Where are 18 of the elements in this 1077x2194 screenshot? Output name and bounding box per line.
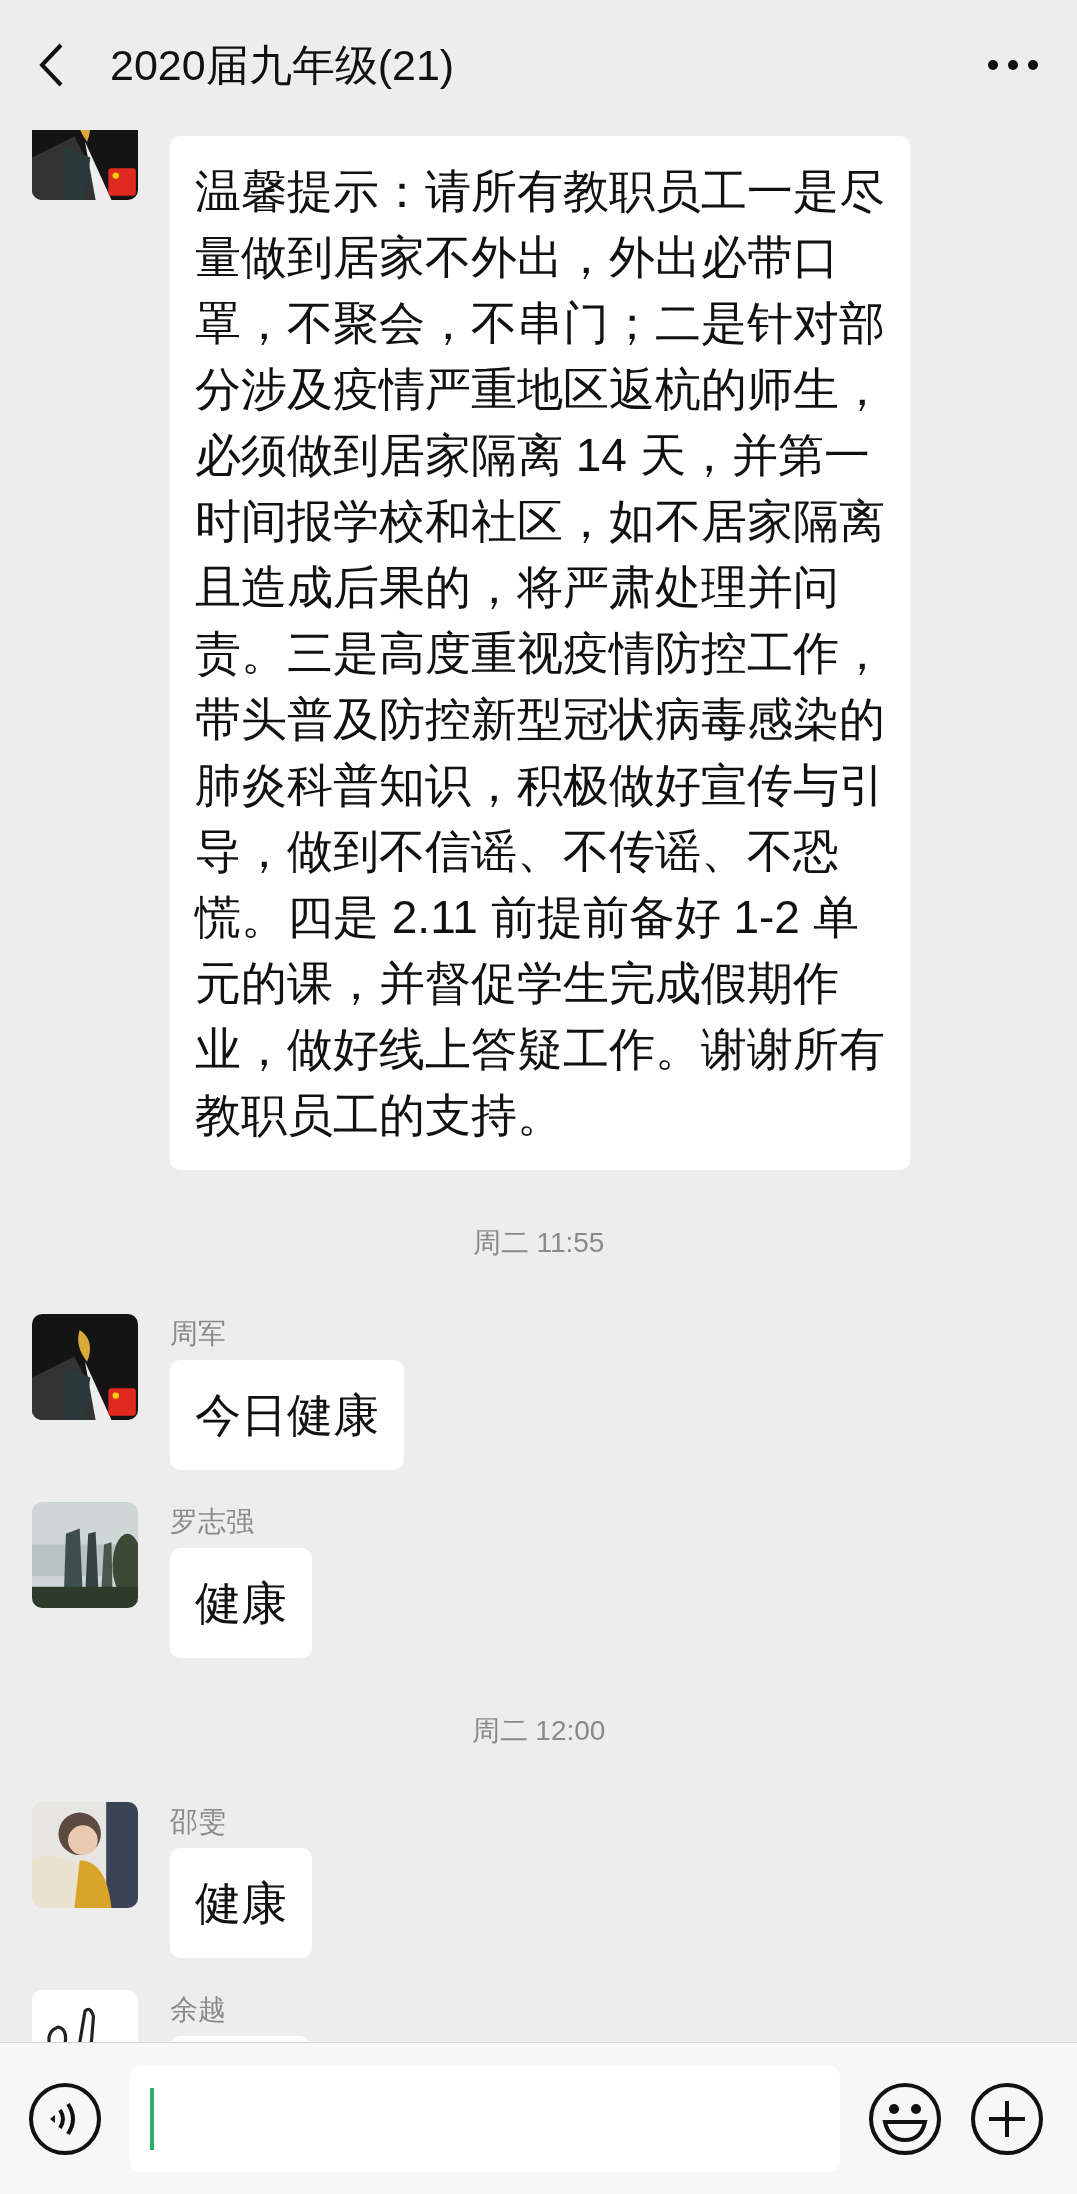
message-bubble: 今日健康 xyxy=(170,1360,404,1470)
sender-name: 周军 xyxy=(170,1317,226,1351)
more-icon[interactable] xyxy=(987,59,1039,71)
sender-name: 邵雯 xyxy=(170,1805,226,1839)
message-bubble: 温馨提示：请所有教职员工一是尽量做到居家不外出，外出必带口罩，不聚会，不串门；二是针对部分涉及疫情严重地区返杭的师生，必须做到居家隔离 14 天，并第一时间报学校和社区，如不居家隔离且造成后果的，将严肃处理并问责。三是高度重视疫情防控工作，带头普及防控新型冠状病毒感染的肺炎科普知识，积极做好宣传与引导，做到不信谣、不传谣、不恐慌。四是 2.11 前提前备好 1-2 单元的课，并督促学生完成假期作业，做好线上答疑工作。谢谢所有教职员工的支持。 xyxy=(170,136,910,1170)
message-input-field[interactable] xyxy=(130,2065,840,2172)
back-icon[interactable] xyxy=(38,42,64,88)
text-cursor xyxy=(150,2087,154,2150)
message-bubble: 健康 xyxy=(170,1848,312,1958)
add-icon[interactable] xyxy=(970,2081,1044,2156)
emoji-icon[interactable] xyxy=(868,2081,942,2156)
timestamp: 周二 12:00 xyxy=(471,1714,606,1748)
message-bubble: 健康 xyxy=(170,1548,312,1658)
sender-name: 罗志强 xyxy=(170,1505,254,1539)
timestamp: 周二 11:55 xyxy=(472,1226,605,1260)
sender-name: 余越 xyxy=(170,1993,226,2027)
chat-title: 2020届九年级(21) xyxy=(110,39,455,91)
voice-icon[interactable] xyxy=(28,2081,102,2156)
